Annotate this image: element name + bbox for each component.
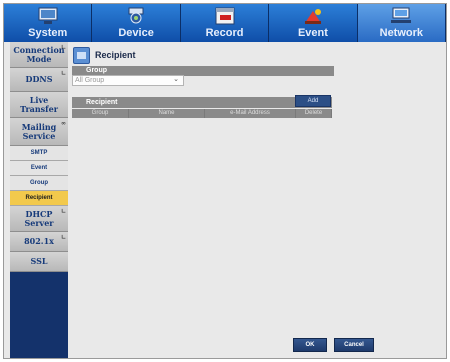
tab-event[interactable]: Event: [269, 4, 358, 42]
tab-label: Network: [379, 27, 424, 39]
expand-arrow-icon: ∟: [60, 234, 66, 241]
sidebar-item-8021x[interactable]: ∟ 802.1x: [10, 232, 68, 252]
network-icon: [391, 7, 412, 23]
sidebar-subitem-label: Group: [30, 180, 48, 186]
sidebar-item-ddns[interactable]: ∟ DDNS: [10, 68, 68, 92]
sidebar-item-label: DHCP Server: [24, 208, 54, 228]
sidebar-subitem-label: Event: [30, 165, 48, 171]
column-header-email: e-Mail Address: [205, 109, 296, 118]
sidebar-subitem-group[interactable]: Group: [10, 176, 68, 191]
expand-arrow-icon: ∟: [60, 208, 66, 215]
sidebar-item-dhcp-server[interactable]: ∟ DHCP Server: [10, 206, 68, 232]
page-header: Recipient: [73, 46, 136, 64]
sidebar: ∟ Connection Mode ∟ DDNS Live Transfer ∞…: [10, 42, 68, 358]
recipient-header: Recipient: [72, 97, 332, 108]
chevron-down-icon: ⌄: [173, 76, 179, 83]
tab-label: Record: [205, 27, 244, 39]
sidebar-item-label: Live Transfer: [20, 94, 58, 114]
tab-label: Device: [118, 27, 154, 39]
ok-button[interactable]: OK: [293, 338, 327, 352]
sidebar-item-label: SSL: [30, 256, 48, 266]
sidebar-item-ssl[interactable]: SSL: [10, 252, 68, 272]
recipient-icon: [73, 46, 90, 64]
sidebar-subitem-label: SMTP: [30, 150, 48, 156]
tab-system[interactable]: System: [4, 4, 93, 42]
sidebar-item-label: 802.1x: [24, 236, 54, 246]
tab-device[interactable]: Device: [92, 4, 181, 42]
sidebar-item-label: Connection Mode: [13, 44, 65, 64]
sidebar-item-live-transfer[interactable]: Live Transfer: [10, 92, 68, 118]
column-header-group: Group: [72, 109, 129, 118]
column-header-delete: Delete: [296, 109, 332, 118]
main-panel: Recipient Group All Group ⌄ Recipient Ad…: [68, 42, 446, 358]
event-icon: [304, 9, 321, 24]
sidebar-item-mailing-service[interactable]: ∞ Mailing Service: [10, 118, 68, 146]
tab-record[interactable]: Record: [180, 4, 270, 42]
page-title: Recipient: [95, 50, 136, 60]
column-header-name: Name: [129, 109, 205, 118]
sidebar-item-label: Mailing Service: [21, 121, 57, 141]
cancel-button[interactable]: Cancel: [334, 338, 374, 352]
tab-label: Event: [297, 27, 328, 39]
monitor-icon: [38, 7, 58, 24]
sidebar-subitem-recipient[interactable]: Recipient: [10, 191, 68, 206]
sidebar-subitem-label: Recipient: [25, 195, 53, 201]
sidebar-subitem-event[interactable]: Event: [10, 161, 68, 176]
collapse-arrow-icon: ∞: [61, 120, 66, 127]
calendar-rec-icon: [215, 7, 235, 25]
expand-arrow-icon: ∟: [60, 70, 66, 77]
group-select[interactable]: All Group ⌄: [72, 75, 184, 86]
tab-network[interactable]: Network: [357, 4, 447, 42]
tab-label: System: [28, 27, 68, 39]
add-button[interactable]: Add: [295, 95, 331, 107]
group-select-value: All Group: [75, 77, 105, 84]
top-tab-bar: System Device Record Event Network: [4, 4, 447, 42]
sidebar-item-label: DDNS: [25, 74, 53, 84]
expand-arrow-icon: ∟: [60, 44, 66, 51]
sidebar-item-connection-mode[interactable]: ∟ Connection Mode: [10, 42, 68, 68]
camera-icon: [128, 7, 144, 24]
sidebar-subitem-smtp[interactable]: SMTP: [10, 146, 68, 161]
